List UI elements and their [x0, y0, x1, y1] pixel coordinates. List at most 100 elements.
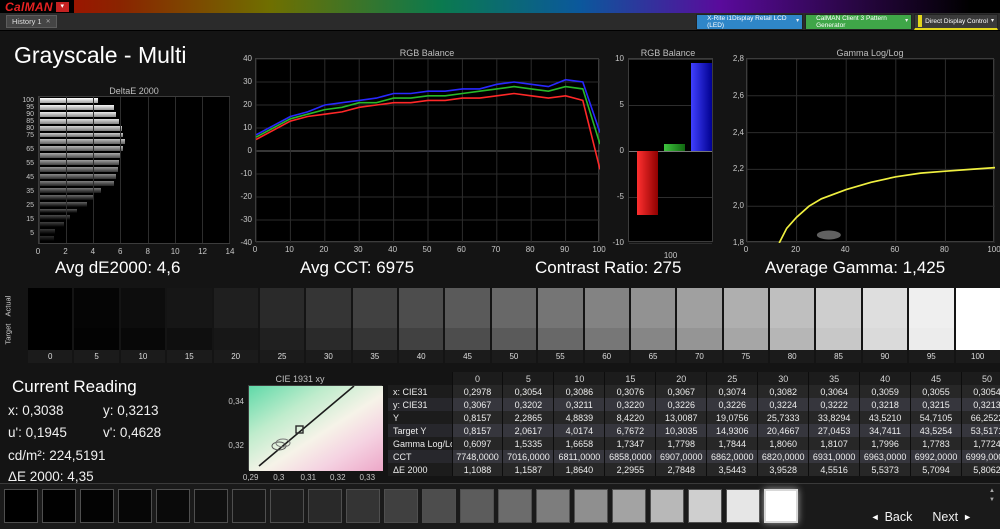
table-cell: 1,8107	[809, 437, 860, 450]
reading-u-prime: u': 0,1945	[8, 425, 67, 440]
grayscale-step-label: 95	[909, 350, 953, 363]
table-cell: 6862,0000	[707, 450, 758, 463]
pattern-swatch[interactable]	[726, 489, 760, 523]
pattern-swatch[interactable]	[460, 489, 494, 523]
deltae-bar	[39, 209, 77, 214]
app-menu-caret-icon[interactable]: ▾	[56, 2, 69, 12]
pattern-swatch[interactable]	[574, 489, 608, 523]
axis-tick-label	[10, 223, 34, 230]
axis-tick-label: 0	[620, 146, 624, 155]
pattern-swatch[interactable]	[536, 489, 570, 523]
strip-target-label: Target	[4, 333, 13, 345]
stat-average-gamma: Average Gamma: 1,425	[765, 258, 945, 278]
next-icon: ►	[963, 512, 972, 522]
pattern-swatch[interactable]	[346, 489, 380, 523]
cie-plot	[248, 385, 382, 470]
grayscale-step-label: 75	[724, 350, 768, 363]
table-cell: 3,9528	[758, 463, 809, 476]
grayscale-swatch-actual	[770, 288, 814, 328]
grayscale-step-label: 0	[28, 350, 72, 363]
table-cell: 1,7724	[962, 437, 1000, 450]
pattern-swatch[interactable]	[194, 489, 228, 523]
axis-tick-label: 5	[10, 230, 34, 237]
grayscale-step-label: 35	[353, 350, 397, 363]
tab-close-icon[interactable]: ✕	[46, 18, 51, 25]
grayscale-swatch-actual	[816, 288, 860, 328]
table-row: Target Y0,81572,06174,01746,767210,30351…	[388, 424, 1000, 437]
grayscale-swatch-target	[399, 328, 443, 350]
axis-tick-label: 65	[10, 146, 34, 153]
tab-history-1[interactable]: History 1 ✕	[6, 15, 57, 28]
table-cell: 3,5443	[707, 463, 758, 476]
scroll-down-icon[interactable]: ▼	[989, 497, 995, 503]
pattern-swatch[interactable]	[764, 489, 798, 523]
pattern-swatch[interactable]	[232, 489, 266, 523]
table-cell: 1,8060	[758, 437, 809, 450]
pattern-swatch[interactable]	[498, 489, 532, 523]
pattern-swatch[interactable]	[156, 489, 190, 523]
scroll-up-icon[interactable]: ▲	[989, 488, 995, 494]
table-cell: 0,3224	[758, 398, 809, 411]
table-row-label: Target Y	[388, 424, 452, 437]
axis-tick-label: 14	[226, 247, 235, 256]
pattern-swatch[interactable]	[422, 489, 456, 523]
table-cell: 27,0453	[809, 424, 860, 437]
app-logo: CalMAN	[5, 0, 53, 14]
cie-chart-title: CIE 1931 xy	[218, 374, 382, 384]
meter-status-icon	[700, 16, 704, 28]
table-cell: 0,3059	[860, 385, 911, 398]
meter-device-button[interactable]: X-Rite i1Display Retail LCD (LED) ▾	[696, 14, 803, 30]
axis-tick-label: 30	[354, 245, 363, 254]
deltae-bar	[39, 126, 122, 131]
table-cell: 13,0087	[656, 411, 707, 424]
page-title: Grayscale - Multi	[14, 42, 187, 69]
table-cell: 6907,0000	[656, 450, 707, 463]
table-cell: 10,3035	[656, 424, 707, 437]
pattern-swatch[interactable]	[688, 489, 722, 523]
pattern-swatch[interactable]	[4, 489, 38, 523]
pattern-swatch[interactable]	[384, 489, 418, 523]
pattern-swatch[interactable]	[118, 489, 152, 523]
pattern-swatch[interactable]	[650, 489, 684, 523]
grayscale-step-label: 60	[585, 350, 629, 363]
back-button[interactable]: ◄ Back	[871, 510, 913, 524]
display-status-icon	[918, 15, 922, 27]
axis-tick-label: 95	[10, 104, 34, 111]
pattern-swatch[interactable]	[270, 489, 304, 523]
brand-gradient-strip	[0, 0, 1000, 13]
grayscale-column: 20	[214, 288, 258, 365]
grayscale-step-label: 90	[863, 350, 907, 363]
axis-tick-label: -10	[612, 238, 624, 247]
axis-tick-label: -30	[240, 215, 252, 224]
grayscale-swatch-actual	[909, 288, 953, 328]
axis-tick-label: 90	[560, 245, 569, 254]
axis-tick-label: 0,3	[273, 473, 284, 482]
grayscale-step-label: 85	[816, 350, 860, 363]
grayscale-strip: Actual Target 05101520253035404550556065…	[0, 288, 1000, 365]
table-cell: 5,7094	[911, 463, 962, 476]
grayscale-swatch-actual	[445, 288, 489, 328]
grayscale-swatch-actual	[956, 288, 1000, 328]
table-cell: 6992,0000	[911, 450, 962, 463]
app-logo-area: CalMAN ▾	[0, 0, 74, 13]
pattern-swatch[interactable]	[612, 489, 646, 523]
deltae-bar	[39, 188, 101, 193]
next-button[interactable]: Next ►	[932, 510, 972, 524]
pattern-swatch[interactable]	[308, 489, 342, 523]
pattern-generator-button[interactable]: CalMAN Client 3 Pattern Generator ▾	[805, 14, 912, 30]
table-cell: 0,3211	[554, 398, 605, 411]
table-cell: 0,8157	[452, 424, 503, 437]
generator-status-icon	[809, 16, 813, 28]
pattern-swatch[interactable]	[80, 489, 114, 523]
table-cell: 4,0174	[554, 424, 605, 437]
rgb-line-xlabels: 0102030405060708090100	[255, 245, 599, 255]
display-control-button[interactable]: Direct Display Control ▾	[914, 14, 998, 30]
axis-tick-label: 25	[10, 202, 34, 209]
grayscale-swatch-target	[677, 328, 721, 350]
table-column-header: 5	[503, 372, 554, 385]
axis-tick-label: 2,0	[733, 201, 744, 210]
deltae-bar	[39, 105, 114, 110]
grayscale-column: 75	[724, 288, 768, 365]
gridline	[93, 97, 94, 243]
pattern-swatch[interactable]	[42, 489, 76, 523]
